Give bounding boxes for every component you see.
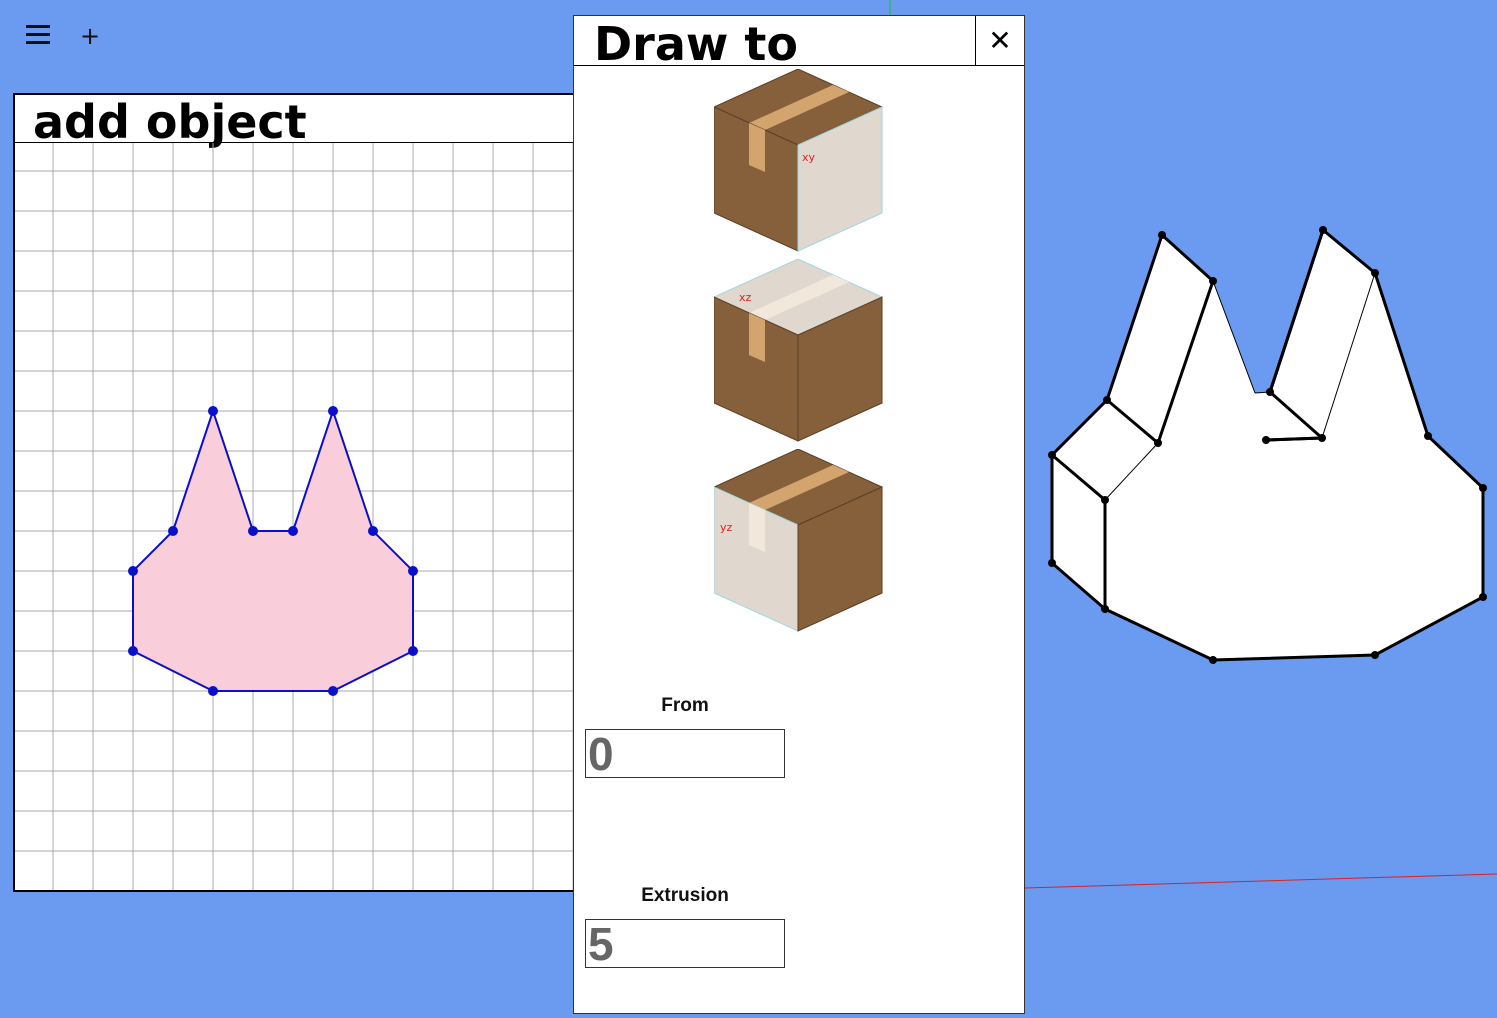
box-xy-icon: xy [712, 68, 884, 252]
draw-to-header: Draw to ✕ [574, 16, 1024, 71]
polygon-vertex-handle[interactable] [408, 646, 418, 656]
box-yz-icon: yz [712, 448, 884, 632]
from-input[interactable] [585, 729, 785, 778]
plane-yz-button[interactable]: yz [712, 448, 884, 634]
polygon-vertex-handle[interactable] [128, 646, 138, 656]
polygon-vertex-handle[interactable] [168, 526, 178, 536]
extruded-shape[interactable] [1048, 226, 1487, 664]
x-axis-line [1024, 873, 1497, 889]
draw-to-panel: Draw to ✕ xy xz yz From 0 Extrusion 5 [573, 15, 1025, 1014]
menu-button[interactable] [25, 22, 51, 48]
svg-text:xz: xz [739, 291, 752, 304]
polygon-vertex-handle[interactable] [408, 566, 418, 576]
close-button[interactable]: ✕ [975, 16, 1024, 65]
shape-edge [1265, 436, 1323, 442]
plane-xy-button[interactable]: xy [712, 68, 884, 254]
panel-title: add object [33, 95, 307, 149]
polygon-vertex-handle[interactable] [368, 526, 378, 536]
drawing-grid[interactable] [15, 143, 575, 892]
box-xz-icon: xz [712, 258, 884, 442]
polygon-vertex-handle[interactable] [248, 526, 258, 536]
polygon-vertex-handle[interactable] [288, 526, 298, 536]
drawn-polygon[interactable] [128, 406, 418, 696]
add-button[interactable]: + [80, 24, 100, 48]
polygon-vertex-handle[interactable] [208, 406, 218, 416]
extrusion-input[interactable] [585, 919, 785, 968]
extruded-shape-body [1052, 230, 1483, 660]
polygon-vertex-handle[interactable] [128, 566, 138, 576]
extrusion-label: Extrusion [641, 885, 729, 906]
svg-text:xy: xy [802, 151, 816, 164]
add-object-panel: add object [13, 93, 575, 892]
close-icon: ✕ [988, 24, 1012, 57]
polygon-vertex-handle[interactable] [208, 686, 218, 696]
plane-xz-button[interactable]: xz [712, 258, 884, 444]
panel-title: Draw to [594, 17, 799, 71]
add-object-header: add object [15, 95, 575, 149]
svg-text:yz: yz [720, 521, 733, 534]
polygon-vertex-handle[interactable] [328, 686, 338, 696]
hamburger-icon [26, 25, 50, 28]
from-label: From [661, 695, 709, 716]
polygon-vertex-handle[interactable] [328, 406, 338, 416]
